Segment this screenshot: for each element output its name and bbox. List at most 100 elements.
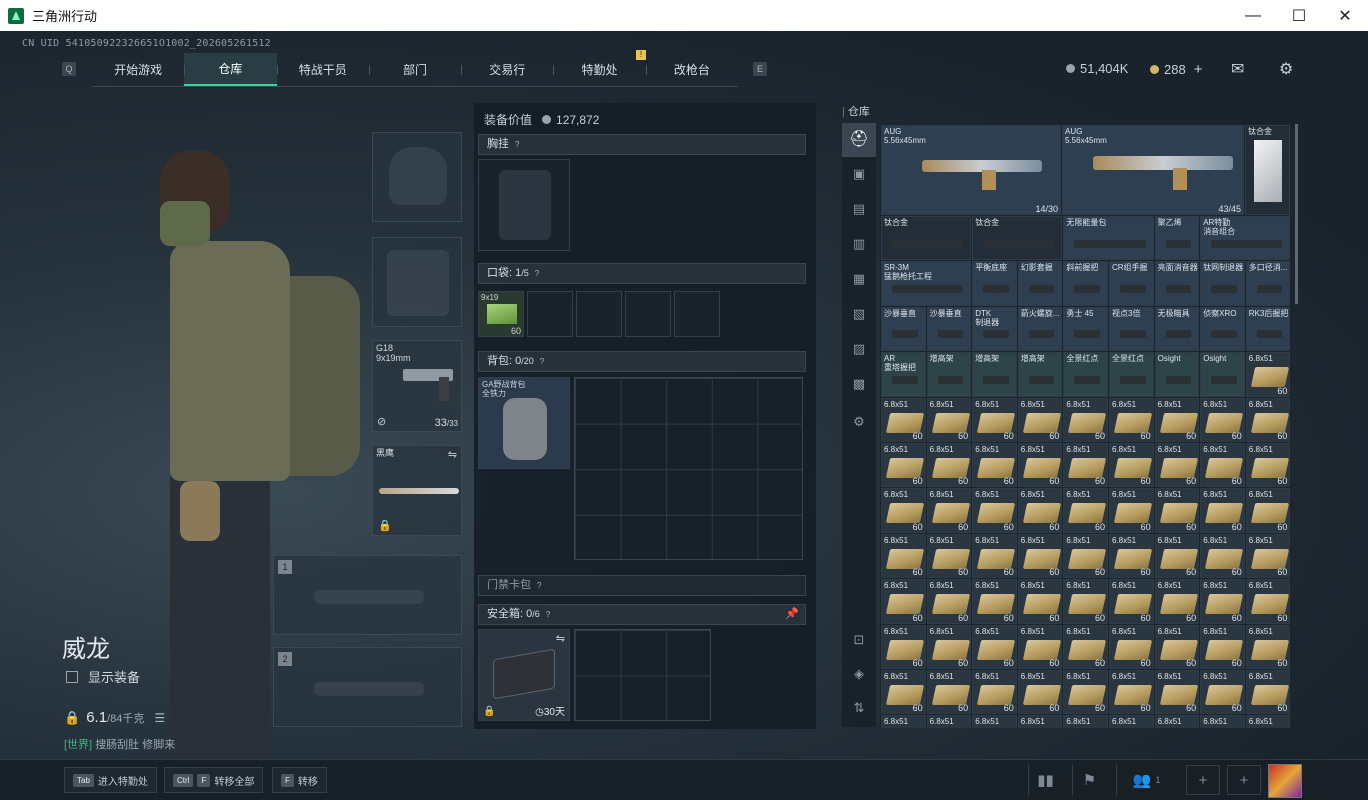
stash-ammo-item[interactable]: 6.8x5160	[1017, 624, 1063, 669]
stash-ammo-item[interactable]: 6.8x5160	[1154, 397, 1200, 442]
pistol-slot[interactable]: G18 9x19mm ⊘ 33/33	[372, 340, 462, 432]
weapon-category-icon[interactable]: ▤	[850, 200, 868, 218]
show-gear-checkbox[interactable]	[66, 670, 78, 683]
stash-ammo-item[interactable]: 6.8x5160	[1200, 715, 1245, 728]
swap-icon[interactable]: ⇋	[556, 632, 565, 645]
stash-ammo-item[interactable]: 6.8x5160	[1109, 579, 1154, 624]
stash-ammo-item[interactable]: 6.8x5160	[881, 670, 926, 715]
enter-special-ops-button[interactable]: Tab 进入特勤处	[64, 767, 157, 793]
stash-item[interactable]: Osight	[1154, 352, 1200, 397]
stash-item[interactable]: 6.8x51 60	[1245, 352, 1291, 397]
close-button[interactable]: ✕	[1322, 0, 1368, 31]
stash-item[interactable]: 亮面消音器	[1154, 261, 1200, 306]
stash-ammo-item[interactable]: 6.8x5160	[1200, 397, 1245, 442]
stash-ammo-item[interactable]: 6.8x5160	[1200, 488, 1245, 533]
world-chat[interactable]: [世界] 搜肠刮肚 修脚来	[64, 736, 175, 752]
stash-ammo-item[interactable]: 6.8x5160	[926, 624, 972, 669]
sort-icon[interactable]: ⊡	[850, 631, 868, 649]
stash-ammo-item[interactable]: 6.8x5160	[1200, 579, 1245, 624]
stash-ammo-item[interactable]: 6.8x5160	[926, 579, 972, 624]
stash-item-aug-1[interactable]: AUG 5.56x45mm 14/30	[881, 125, 1061, 215]
stash-ammo-item[interactable]: 6.8x5160	[1017, 670, 1063, 715]
stash-ammo-item[interactable]: 6.8x5160	[1063, 624, 1108, 669]
invite-slot-2-plus-icon[interactable]: +	[1227, 765, 1261, 795]
stash-item[interactable]: 侦察XRO	[1200, 306, 1245, 352]
tab-warehouse[interactable]: 仓库	[184, 53, 277, 86]
stash-ammo-item[interactable]: 6.8x5160	[972, 624, 1017, 669]
stash-item[interactable]: 平衡底座	[972, 261, 1017, 306]
stash-ammo-item[interactable]: 6.8x5160	[1063, 397, 1108, 442]
stash-item-titanium[interactable]: 钛合金	[1245, 125, 1290, 215]
stash-ammo-item[interactable]: 6.8x5160	[1245, 715, 1291, 728]
stash-ammo-item[interactable]: 6.8x5160	[972, 533, 1017, 579]
stash-ammo-item[interactable]: 6.8x5160	[881, 488, 926, 533]
stash-ammo-item[interactable]: 6.8x5160	[926, 397, 972, 442]
stash-item[interactable]: 无限能量包	[1063, 216, 1154, 261]
stash-ammo-item[interactable]: 6.8x5160	[1109, 397, 1154, 442]
stash-item[interactable]: 斜前握把	[1063, 261, 1108, 306]
stash-ammo-item[interactable]: 6.8x5160	[1109, 488, 1154, 533]
layers-icon[interactable]: ◈	[850, 665, 868, 683]
swap-icon[interactable]: ⇋	[448, 448, 457, 461]
backpack-slot[interactable]: GA野战背包 全铁力	[478, 377, 570, 469]
stash-ammo-item[interactable]: 6.8x5160	[881, 397, 926, 442]
melee-slot[interactable]: 黑鹰 ⇋ 🔒	[372, 445, 462, 536]
stash-ammo-item[interactable]: 6.8x5160	[926, 488, 972, 533]
backpack-grid[interactable]	[574, 377, 803, 560]
stash-item[interactable]: 沙暴垂直	[881, 306, 926, 352]
key-category-icon[interactable]: ▨	[850, 340, 868, 358]
stash-item[interactable]: 全景红点	[1063, 352, 1108, 397]
helmet-slot[interactable]	[372, 132, 462, 222]
stash-ammo-item[interactable]: 6.8x5160	[926, 443, 972, 488]
stash-ammo-item[interactable]: 6.8x5160	[1063, 715, 1108, 728]
stash-item[interactable]: 全景红点	[1109, 352, 1154, 397]
flag-icon[interactable]: ⚑	[1072, 765, 1106, 795]
ammo-category-icon[interactable]: ▥	[850, 235, 868, 253]
stash-ammo-item[interactable]: 6.8x5160	[881, 624, 926, 669]
mail-icon[interactable]: ✉	[1231, 59, 1244, 79]
stash-ammo-item[interactable]: 6.8x5160	[972, 397, 1017, 442]
stash-ammo-item[interactable]: 6.8x5160	[1245, 533, 1291, 579]
stash-item[interactable]: 多口径消...	[1245, 261, 1291, 306]
settings-gear-icon[interactable]: ⚙	[1279, 59, 1293, 79]
pocket-slot-3[interactable]	[576, 291, 622, 337]
armor-slot[interactable]	[372, 237, 462, 327]
stash-ammo-item[interactable]: 6.8x5160	[1245, 670, 1291, 715]
stash-ammo-item[interactable]: 6.8x5160	[1154, 579, 1200, 624]
stash-item[interactable]: RK3后握把	[1245, 306, 1291, 352]
stash-ammo-item[interactable]: 6.8x5160	[1154, 488, 1200, 533]
stash-ammo-item[interactable]: 6.8x5160	[1200, 670, 1245, 715]
armor-category-icon[interactable]: ▣	[850, 165, 868, 183]
stash-item[interactable]: 幻影套握	[1017, 261, 1063, 306]
stash-ammo-item[interactable]: 6.8x5160	[1154, 624, 1200, 669]
tab-start-game[interactable]: 开始游戏	[92, 53, 184, 86]
settings-category-icon[interactable]: ⚙	[850, 413, 868, 431]
invite-slot-1-plus-icon[interactable]: +	[1186, 765, 1220, 795]
stash-ammo-item[interactable]: 6.8x5160	[1017, 715, 1063, 728]
stash-ammo-item[interactable]: 6.8x5160	[972, 488, 1017, 533]
stash-ammo-item[interactable]: 6.8x5160	[1245, 624, 1291, 669]
transfer-all-button[interactable]: Ctrl F 转移全部	[164, 767, 264, 793]
stash-ammo-item[interactable]: 6.8x5160	[1063, 670, 1108, 715]
squad-button[interactable]: 👥 1	[1116, 765, 1176, 795]
stash-ammo-item[interactable]: 6.8x5160	[1017, 579, 1063, 624]
stash-ammo-item[interactable]: 6.8x5160	[1017, 488, 1063, 533]
stash-ammo-item[interactable]: 6.8x5160	[972, 579, 1017, 624]
stash-ammo-item[interactable]: 6.8x5160	[1154, 533, 1200, 579]
tab-special-ops[interactable]: 特勤处	[553, 53, 645, 86]
stash-item[interactable]: AR特勤 消音组合	[1200, 216, 1291, 261]
stash-ammo-item[interactable]: 6.8x5160	[1245, 443, 1291, 488]
stash-ammo-item[interactable]: 6.8x5160	[1154, 443, 1200, 488]
safebox-grid[interactable]	[574, 629, 711, 721]
stash-ammo-item[interactable]: 6.8x5160	[926, 533, 972, 579]
stash-item[interactable]: SR-3M 猛鹅枪托工程	[881, 261, 972, 306]
pocket-slot-4[interactable]	[625, 291, 671, 337]
stash-ammo-item[interactable]: 6.8x5160	[1063, 488, 1108, 533]
stash-ammo-item[interactable]: 6.8x5160	[972, 670, 1017, 715]
stash-ammo-item[interactable]: 6.8x5160	[1200, 624, 1245, 669]
add-currency-button[interactable]: +	[1194, 61, 1203, 78]
stash-item[interactable]: Osight	[1200, 352, 1245, 397]
pocket-slot-5[interactable]	[674, 291, 720, 337]
stash-ammo-item[interactable]: 6.8x5160	[1063, 579, 1108, 624]
stash-ammo-item[interactable]: 6.8x5160	[926, 670, 972, 715]
